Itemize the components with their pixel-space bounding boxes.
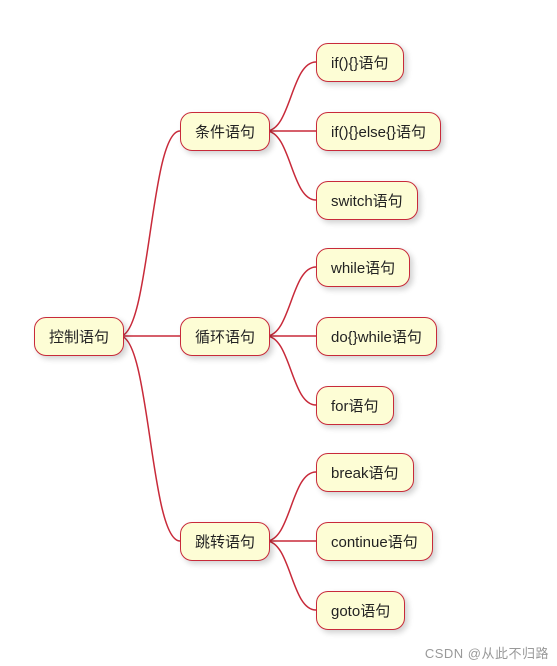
leaf-node-while: while语句 — [316, 248, 410, 287]
branch-node-jump: 跳转语句 — [180, 522, 270, 561]
watermark-text: CSDN @从此不归路 — [425, 643, 549, 662]
leaf-node-switch: switch语句 — [316, 181, 418, 220]
leaf-node-continue: continue语句 — [316, 522, 433, 561]
leaf-node-goto: goto语句 — [316, 591, 405, 630]
branch-node-conditional: 条件语句 — [180, 112, 270, 151]
branch-node-loop: 循环语句 — [180, 317, 270, 356]
leaf-node-if-else: if(){}else{}语句 — [316, 112, 441, 151]
leaf-node-do-while: do{}while语句 — [316, 317, 437, 356]
leaf-node-for: for语句 — [316, 386, 394, 425]
root-node: 控制语句 — [34, 317, 124, 356]
leaf-node-if: if(){}语句 — [316, 43, 404, 82]
leaf-node-break: break语句 — [316, 453, 414, 492]
